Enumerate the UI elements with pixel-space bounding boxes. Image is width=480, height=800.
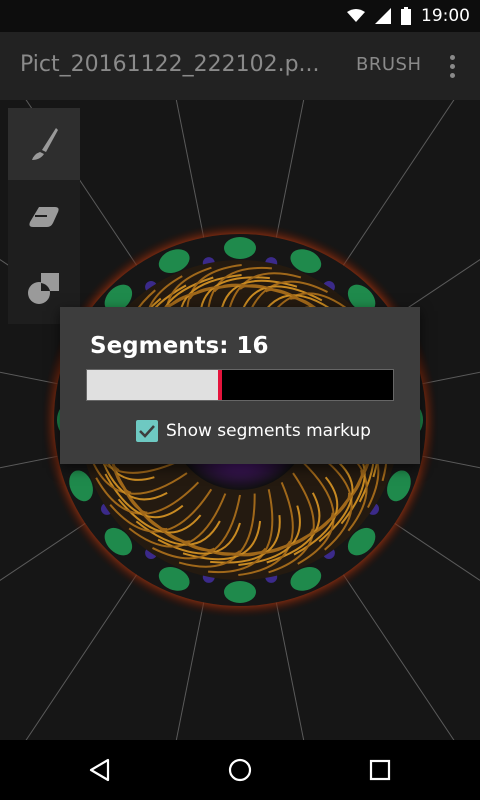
eraser-icon [29,207,59,227]
show-markup-checkbox[interactable] [136,420,158,442]
status-bar: 19:00 [0,0,480,32]
green-petal [224,237,256,259]
page-title: Pict_20161122_222102.p... [20,52,320,77]
signal-icon [375,8,391,24]
show-markup-option[interactable]: Show segments markup [136,420,371,442]
brush-tool[interactable] [8,108,80,180]
brush-icon [32,128,58,160]
seekbar-thumb[interactable] [217,370,222,400]
segments-seekbar[interactable] [86,369,394,401]
segments-count-label: Segments: 16 [90,333,269,359]
battery-icon [401,7,411,25]
status-time: 19:00 [421,6,470,26]
status-icons: 19:00 [347,0,470,32]
segments-dialog: Segments: 16 Show segments markup [60,307,420,464]
seekbar-progress [87,370,219,400]
show-markup-label: Show segments markup [166,421,371,441]
brush-action-button[interactable]: BRUSH [356,54,422,75]
wifi-icon [347,9,365,22]
green-petal [224,581,256,603]
more-vert-icon[interactable] [440,52,464,80]
home-icon[interactable] [226,756,254,784]
app-bar: Pict_20161122_222102.p... BRUSH [0,32,480,100]
back-icon[interactable] [86,756,114,784]
shapes-icon [28,273,59,304]
eraser-tool[interactable] [8,180,80,252]
check-icon [139,425,155,438]
recents-icon[interactable] [366,756,394,784]
tool-palette [8,108,80,324]
navigation-bar [0,740,480,800]
